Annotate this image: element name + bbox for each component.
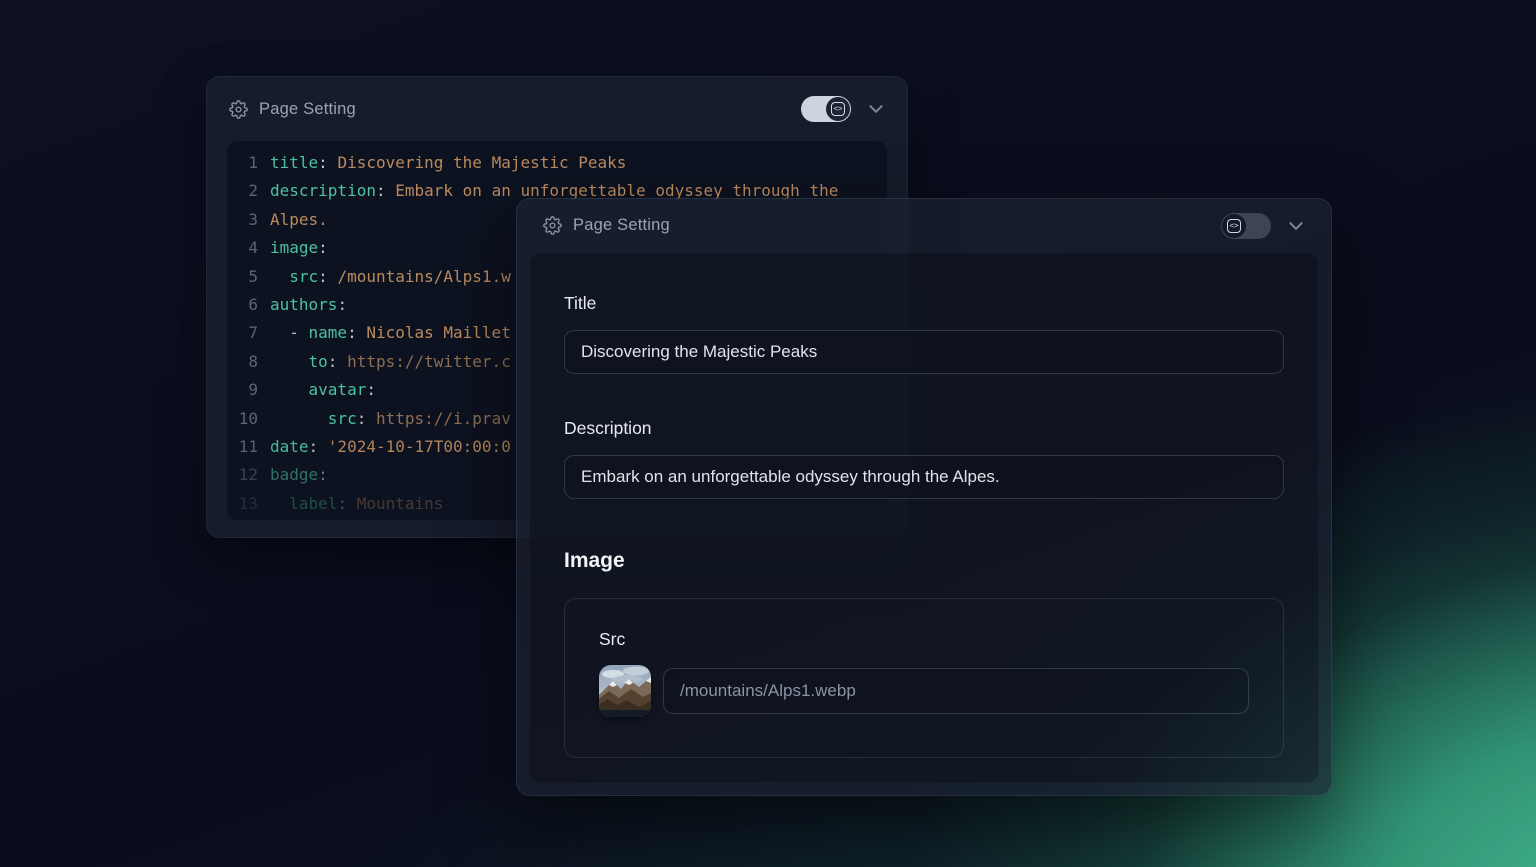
line-number: 4 xyxy=(227,234,270,262)
src-input[interactable] xyxy=(663,668,1249,714)
line-number: 9 xyxy=(227,376,270,404)
line-number: 2 xyxy=(227,177,270,205)
description-input[interactable] xyxy=(564,455,1284,499)
form-panel-header: Page Setting <> xyxy=(517,199,1331,252)
line-number: 10 xyxy=(227,405,270,433)
line-number: 3 xyxy=(227,206,270,234)
panel-title: Page Setting xyxy=(259,100,356,119)
code-toggle-icon: <> xyxy=(831,102,845,116)
toggle-knob: <> xyxy=(1222,214,1246,238)
line-number: 13 xyxy=(227,490,270,518)
line-number: 7 xyxy=(227,319,270,347)
code-panel-header: Page Setting <> xyxy=(207,77,907,141)
gear-icon xyxy=(543,216,562,235)
chevron-down-icon[interactable] xyxy=(867,100,885,118)
line-number: 8 xyxy=(227,348,270,376)
code-view-toggle[interactable]: <> xyxy=(1221,213,1271,239)
image-section-heading: Image xyxy=(564,549,1284,573)
line-number: 11 xyxy=(227,433,270,461)
line-number: 6 xyxy=(227,291,270,319)
chevron-down-icon[interactable] xyxy=(1287,217,1305,235)
line-number: 12 xyxy=(227,461,270,489)
line-number: 1 xyxy=(227,149,270,177)
title-input[interactable] xyxy=(564,330,1284,374)
title-label: Title xyxy=(564,293,1284,314)
toggle-knob: <> xyxy=(826,97,850,121)
image-group: Src xyxy=(564,598,1284,758)
code-line: 1title: Discovering the Majestic Peaks xyxy=(227,149,887,177)
image-thumbnail[interactable] xyxy=(599,665,651,717)
form-panel: Page Setting <> Title Description Image xyxy=(516,198,1332,796)
description-label: Description xyxy=(564,418,1284,439)
code-toggle-icon: <> xyxy=(1227,219,1241,233)
src-label: Src xyxy=(599,629,1249,650)
desktop-background: Page Setting <> 1title: Discovering the … xyxy=(0,0,1536,867)
panel-title: Page Setting xyxy=(573,216,670,235)
code-view-toggle[interactable]: <> xyxy=(801,96,851,122)
form-card: Title Description Image Src xyxy=(529,252,1319,783)
gear-icon xyxy=(229,100,248,119)
line-number: 5 xyxy=(227,263,270,291)
